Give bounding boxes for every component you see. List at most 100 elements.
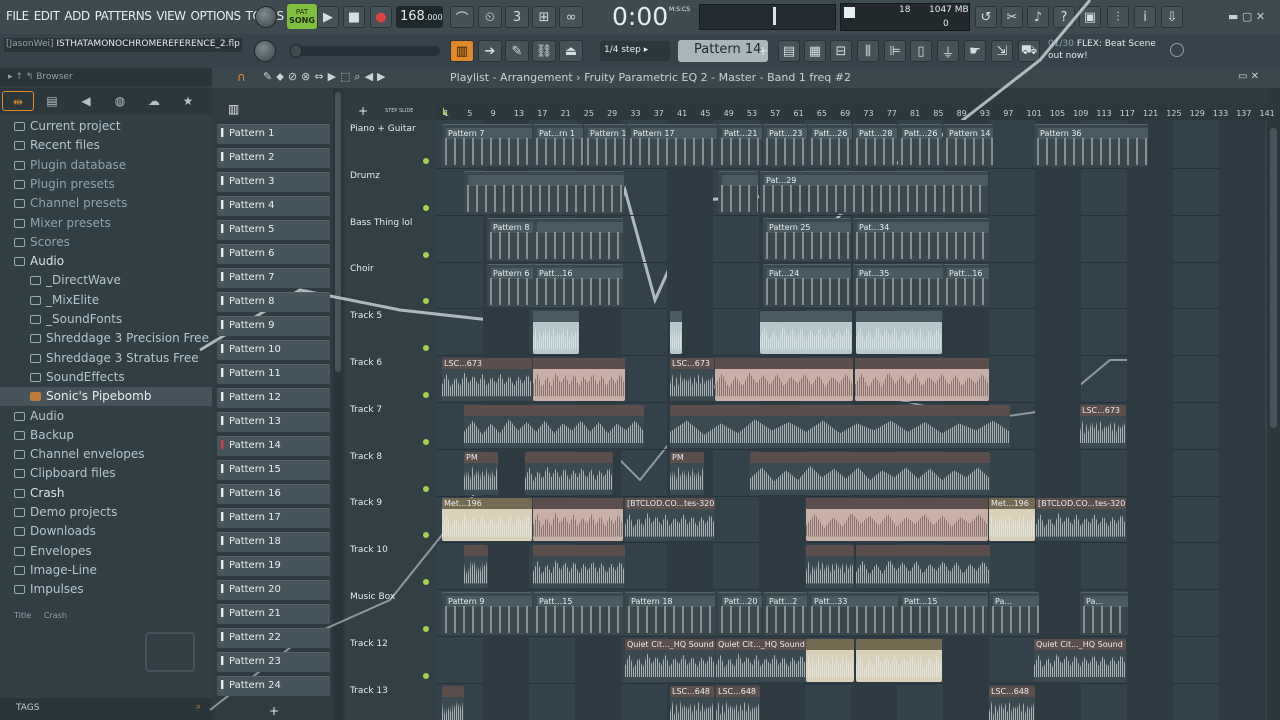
pattern-list-item[interactable]: Pattern 3: [217, 172, 330, 192]
playlist-clip[interactable]: Quiet Cit..._HQ Sound: [1034, 638, 1126, 682]
playlist-clip[interactable]: Patt...2: [763, 592, 807, 635]
stop-button[interactable]: ■: [343, 6, 365, 28]
pattern-list-item[interactable]: Pattern 9: [217, 316, 330, 336]
playlist-clip[interactable]: [806, 638, 854, 682]
track-name[interactable]: Track 5: [350, 311, 430, 321]
browser-item[interactable]: Recent files: [0, 136, 212, 155]
playlist-clip[interactable]: Met...196: [442, 498, 532, 542]
magnet-icon[interactable]: ∩: [237, 70, 246, 84]
step-seq-button[interactable]: ⊟: [830, 40, 852, 62]
track-mute-led[interactable]: [423, 672, 429, 679]
close-icon[interactable]: ✕: [1256, 10, 1265, 23]
track-name[interactable]: Music Box: [350, 592, 430, 602]
track-name[interactable]: Track 13: [350, 686, 430, 696]
playlist-clip[interactable]: [533, 217, 623, 261]
snap-selector[interactable]: 1/4 step ▸: [600, 41, 670, 61]
playlist-clip[interactable]: Pattern 6: [487, 264, 533, 308]
playlist-clip[interactable]: [670, 404, 1010, 448]
playlist-clip[interactable]: [533, 498, 623, 542]
browser-item[interactable]: Audio: [0, 252, 212, 271]
add-track-plus[interactable]: +: [358, 104, 368, 118]
playlist-clip[interactable]: [856, 311, 942, 355]
playlist-clip[interactable]: LSC...648: [716, 685, 760, 720]
playlist-clip[interactable]: [806, 498, 988, 542]
playlist-clip[interactable]: Pat...34: [853, 217, 989, 261]
playlist-clip[interactable]: Patt...15: [898, 592, 988, 635]
browser-item[interactable]: Current project: [0, 117, 212, 136]
pattern-list-item[interactable]: Pattern 5: [217, 220, 330, 240]
playlist-clip[interactable]: [750, 451, 990, 495]
time-display[interactable]: 0:00 M:S:CS: [612, 2, 692, 32]
arrow-icon[interactable]: ▸ ↑ ↰: [8, 72, 33, 82]
playlist-clip[interactable]: Patt...33: [808, 592, 898, 635]
playlist-clip[interactable]: [525, 451, 613, 495]
restore-icon[interactable]: ▢: [1242, 10, 1252, 23]
pattern-list-item[interactable]: Pattern 13: [217, 412, 330, 432]
track-name[interactable]: Track 10: [350, 545, 430, 555]
piano-keys-icon[interactable]: ▥: [228, 102, 239, 116]
picker-scrollbar[interactable]: [333, 88, 343, 720]
pattern-list-item[interactable]: Pattern 15: [217, 460, 330, 480]
browser-item[interactable]: Plugin database: [0, 156, 212, 175]
playlist-clip[interactable]: Patt...16: [533, 264, 623, 308]
playlist-clip[interactable]: LSC...673: [442, 358, 532, 401]
browser-item[interactable]: Plugin presets: [0, 175, 212, 194]
playlist-clip[interactable]: Pattern 1: [584, 124, 626, 167]
playlist-clip[interactable]: Pat...24: [763, 264, 851, 308]
mic-button[interactable]: ♪: [1027, 6, 1049, 28]
news-panel[interactable]: 01/30 FLEX: Beat Scene out now!: [1048, 38, 1156, 62]
playlist-clip[interactable]: [464, 404, 644, 448]
playlist-clip[interactable]: [464, 170, 624, 214]
shop-button[interactable]: ⛟: [1018, 40, 1040, 62]
track-name[interactable]: Track 7: [350, 405, 430, 415]
pattern-list-item[interactable]: Pattern 6: [217, 244, 330, 264]
song-position-handle[interactable]: [773, 7, 776, 25]
playlist-vertical-scrollbar[interactable]: [1267, 88, 1280, 720]
playlist-clip[interactable]: [BTCLOD.CO...tes-320k: [1036, 498, 1126, 542]
pattern-list-item[interactable]: Pattern 7: [217, 268, 330, 288]
playlist-clip[interactable]: [670, 311, 682, 355]
song-position-slider[interactable]: [699, 4, 836, 30]
playlist-clip[interactable]: Patt...16: [943, 264, 989, 308]
tempo-display[interactable]: 168.000: [396, 6, 443, 28]
pattern-list-item[interactable]: Pattern 18: [217, 532, 330, 552]
pattern-list-item[interactable]: Pattern 2: [217, 148, 330, 168]
playlist-clip[interactable]: Met...196: [989, 498, 1035, 542]
undo-button[interactable]: ↺: [975, 6, 997, 28]
playlist-clip[interactable]: Patt...26: [898, 124, 942, 167]
playlist-clip[interactable]: Pat...35: [853, 264, 943, 308]
browser-item[interactable]: Envelopes: [0, 542, 212, 561]
track-mute-led[interactable]: [423, 626, 429, 632]
browser-item[interactable]: Demo projects: [0, 503, 212, 522]
info-button[interactable]: i: [1134, 6, 1156, 28]
playlist-clip[interactable]: Patt...20: [718, 592, 762, 635]
step-edit-button[interactable]: ⊞: [532, 6, 556, 28]
playlist-clip[interactable]: [715, 358, 853, 401]
track-name[interactable]: Bass Thing lol: [350, 218, 430, 228]
link-button[interactable]: ⛓: [532, 40, 556, 62]
master-volume-knob[interactable]: [255, 6, 277, 28]
arrow-tool-button[interactable]: ➔: [478, 40, 502, 62]
playlist-clip[interactable]: Patt...15: [533, 592, 623, 635]
track-name[interactable]: Track 12: [350, 639, 430, 649]
track-name[interactable]: Track 6: [350, 358, 430, 368]
menu-options[interactable]: OPTIONS: [191, 9, 242, 23]
metronome-button[interactable]: ⌒: [450, 6, 474, 28]
playlist-clip[interactable]: [718, 170, 758, 214]
playlist-clip[interactable]: [855, 358, 989, 401]
menu-edit[interactable]: EDIT: [34, 9, 60, 23]
pattern-list-item[interactable]: Pattern 10: [217, 340, 330, 360]
stamp-button[interactable]: ⏏: [559, 40, 583, 62]
browser-item[interactable]: _DirectWave: [0, 271, 212, 290]
playlist-clip[interactable]: PM: [464, 451, 498, 495]
browser-button[interactable]: ⊫: [884, 40, 906, 62]
browser-item[interactable]: Channel presets: [0, 194, 212, 213]
record-button[interactable]: ●: [370, 6, 392, 28]
pattern-list-item[interactable]: Pattern 11: [217, 364, 330, 384]
playlist-scroll-thumb[interactable]: [1270, 128, 1277, 428]
mixer-toggle-button[interactable]: ⫶: [1107, 6, 1129, 28]
tab-favorites[interactable]: ★: [172, 91, 204, 111]
track-name[interactable]: Track 8: [350, 452, 430, 462]
tab-project[interactable]: ▤: [36, 91, 68, 111]
search-icon[interactable]: ⌕: [196, 702, 201, 712]
